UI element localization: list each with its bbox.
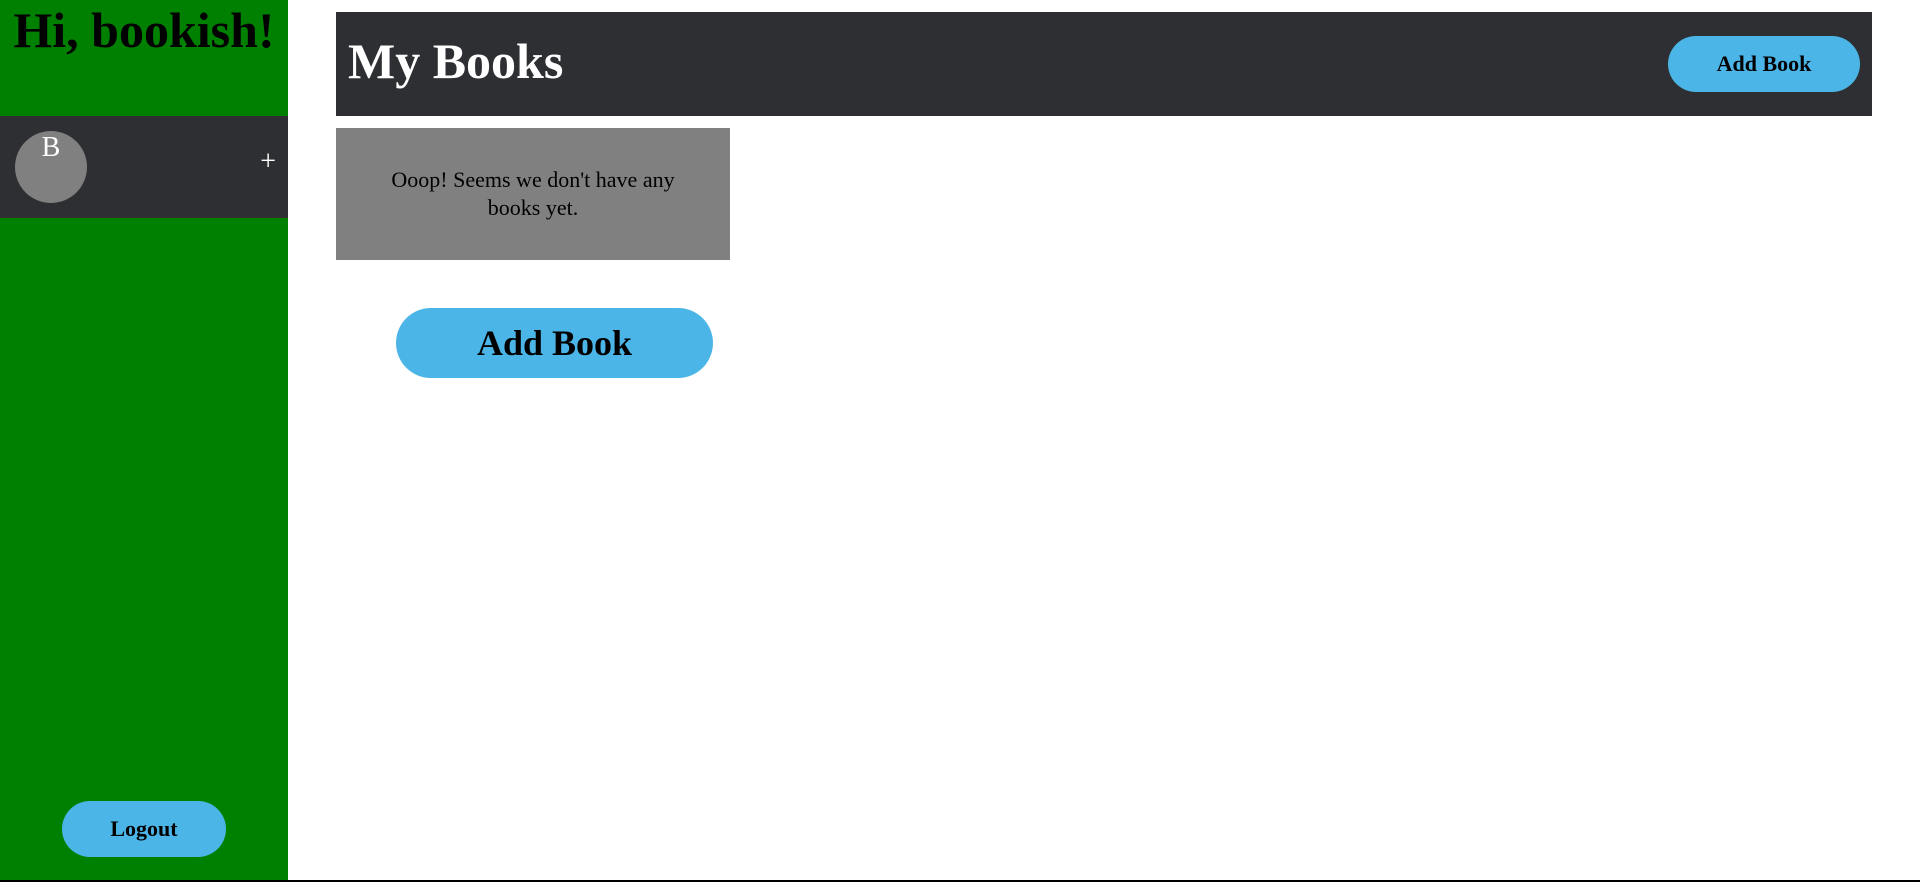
page-title: My Books <box>348 33 564 89</box>
user-bar: B + <box>0 116 288 218</box>
greeting: Hi, bookish! <box>13 2 275 58</box>
header: My Books Add Book <box>336 12 1872 116</box>
avatar[interactable]: B <box>15 131 87 203</box>
header-add-book-button[interactable]: Add Book <box>1668 36 1860 92</box>
empty-books-text: Ooop! Seems we don't have any books yet. <box>391 167 675 220</box>
empty-books-message: Ooop! Seems we don't have any books yet. <box>336 128 730 260</box>
add-book-button[interactable]: Add Book <box>396 308 713 378</box>
logout-button[interactable]: Logout <box>62 801 226 857</box>
plus-icon[interactable]: + <box>260 148 276 176</box>
sidebar: Hi, bookish! B + Logout <box>0 0 288 882</box>
